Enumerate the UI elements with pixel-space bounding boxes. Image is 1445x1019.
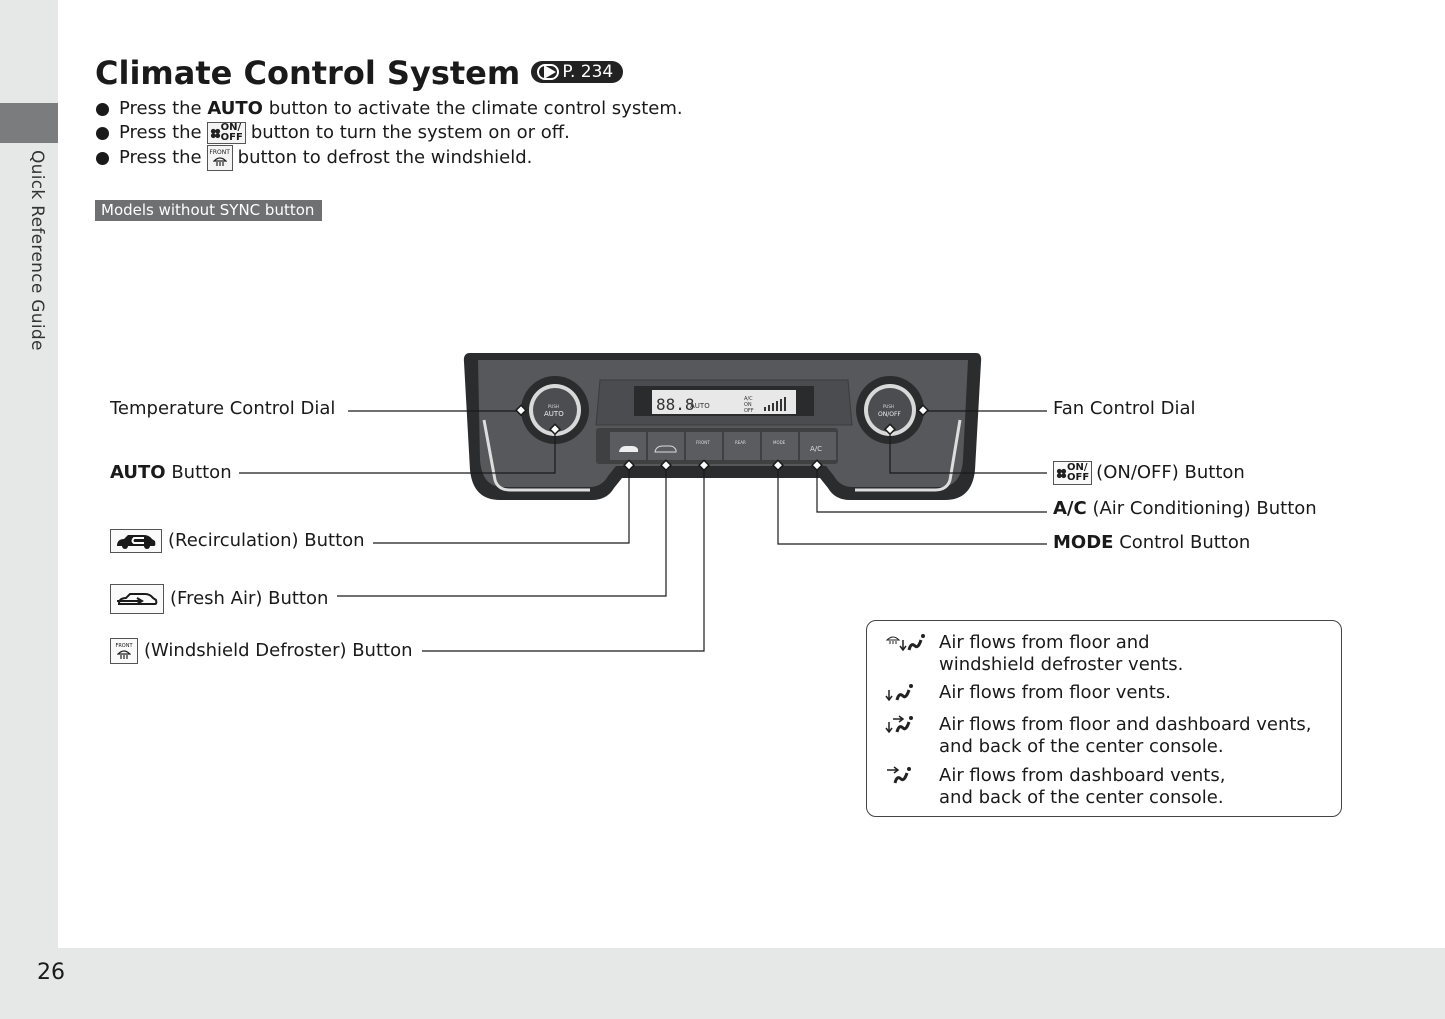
- rear-defrost-button: [724, 432, 760, 460]
- front-button-label: FRONT: [696, 440, 710, 445]
- instruction-prefix: Press the: [119, 147, 202, 168]
- callout-on-off-button: ON/OFF (ON/OFF) Button: [1053, 461, 1245, 485]
- legend-line: and back of the center console.: [939, 736, 1224, 757]
- instruction-list: Press the AUTO button to activate the cl…: [96, 97, 683, 171]
- lcd-display: [652, 390, 796, 414]
- page-reference-link[interactable]: P. 234: [531, 61, 624, 83]
- instruction-suffix: button to defrost the windshield.: [237, 147, 533, 168]
- callout-auto-button: AUTO Button: [110, 462, 232, 483]
- instruction-bold: AUTO: [207, 98, 263, 119]
- floor-defrost-airflow-icon: [885, 632, 929, 660]
- temperature-dial: PUSH AUTO: [521, 376, 589, 444]
- fresh-air-icon: [110, 584, 164, 614]
- airflow-mode-legend: Air flows from floor and windshield defro…: [866, 620, 1342, 817]
- rear-button-label: REAR: [735, 440, 746, 445]
- callout-text: (Windshield Defroster) Button: [144, 640, 413, 661]
- callout-bold: MODE: [1053, 532, 1114, 553]
- reference-arrow-icon: [537, 64, 560, 80]
- fan-on-off-icon: ON/OFF: [206, 122, 246, 144]
- fresh-air-button: [648, 432, 684, 460]
- front-defrost-button: [686, 432, 722, 460]
- legend-line: Air flows from dashboard vents,: [939, 765, 1226, 786]
- callout-markers: [514, 404, 930, 472]
- mode-button: [762, 432, 798, 460]
- callout-fan-dial: Fan Control Dial: [1053, 398, 1196, 419]
- callout-text: (Fresh Air) Button: [170, 588, 329, 609]
- legend-line: windshield defroster vents.: [939, 654, 1184, 675]
- callout-text: Control Button: [1119, 532, 1251, 553]
- fan-dial: PUSH ON/OFF: [856, 376, 924, 444]
- instruction-prefix: Press the: [119, 98, 202, 119]
- svg-text:AUTO: AUTO: [544, 410, 564, 418]
- instruction-item: Press the FRONT button to defrost the wi…: [96, 145, 683, 171]
- callout-mode-button: MODE Control Button: [1053, 532, 1250, 553]
- callout-text: (ON/OFF) Button: [1096, 462, 1245, 483]
- ac-button: [800, 432, 836, 460]
- page-reference-text: P. 234: [562, 62, 614, 82]
- instruction-item: Press the AUTO button to activate the cl…: [96, 97, 683, 121]
- section-tab-marker: [0, 103, 58, 143]
- page-title-text: Climate Control System: [95, 54, 521, 92]
- legend-text: Air flows from dashboard vents, and back …: [939, 765, 1225, 809]
- ac-button-label: A/C: [810, 445, 822, 453]
- callout-text: Button: [171, 462, 232, 483]
- recirculation-button: [610, 432, 646, 460]
- floor-airflow-icon: [885, 682, 919, 710]
- legend-text: Air flows from floor and windshield defro…: [939, 632, 1183, 676]
- callout-temperature-dial: Temperature Control Dial: [110, 398, 336, 419]
- svg-text:PUSH: PUSH: [548, 404, 559, 409]
- legend-line: and back of the center console.: [939, 787, 1224, 808]
- lcd-off: OFF: [744, 408, 754, 414]
- callout-text: (Air Conditioning) Button: [1092, 498, 1317, 519]
- legend-line: Air flows from floor and: [939, 632, 1150, 653]
- bullet-icon: [96, 102, 109, 116]
- front-defrost-icon: FRONT: [110, 638, 138, 664]
- instruction-suffix: button to turn the system on or off.: [250, 122, 570, 143]
- icon-text: OFF: [220, 132, 243, 143]
- bullet-icon: [96, 151, 109, 165]
- callout-defroster-button: FRONT (Windshield Defroster) Button: [110, 638, 413, 664]
- instruction-suffix: button to activate the climate control s…: [268, 98, 683, 119]
- climate-control-panel: 88.8 AUTO A/C ON OFF FRONT REAR MODE A/C: [463, 353, 982, 500]
- page-footer: [0, 948, 1445, 1019]
- section-label: Quick Reference Guide: [27, 150, 47, 351]
- instruction-prefix: Press the: [119, 122, 202, 143]
- floor-dashboard-airflow-icon: [885, 714, 919, 742]
- dashboard-airflow-icon: [885, 765, 919, 793]
- callout-recirculation-button: (Recirculation) Button: [110, 529, 365, 553]
- legend-text: Air flows from floor vents.: [939, 682, 1171, 704]
- callout-text: (Recirculation) Button: [168, 530, 365, 551]
- lcd-ac: A/C: [744, 396, 753, 402]
- recirculation-icon: [110, 529, 162, 553]
- lcd-on: ON: [744, 402, 752, 408]
- icon-text: OFF: [1067, 472, 1090, 483]
- callout-fresh-air-button: (Fresh Air) Button: [110, 584, 328, 614]
- mode-button-label: MODE: [773, 440, 786, 445]
- svg-text:PUSH: PUSH: [883, 404, 894, 409]
- page-title: Climate Control System P. 234: [95, 54, 624, 92]
- callout-bold: AUTO: [110, 462, 166, 483]
- models-tag: Models without SYNC button: [95, 200, 323, 221]
- callout-ac-button: A/C (Air Conditioning) Button: [1053, 498, 1317, 519]
- instruction-item: Press the ON/OFF button to turn the syst…: [96, 121, 683, 145]
- legend-line: Air flows from floor and dashboard vents…: [939, 714, 1312, 735]
- svg-text:ON/OFF: ON/OFF: [878, 411, 901, 418]
- lcd-auto: AUTO: [690, 402, 710, 410]
- fan-on-off-icon: ON/OFF: [1053, 461, 1093, 485]
- legend-text: Air flows from floor and dashboard vents…: [939, 714, 1312, 758]
- legend-line: Air flows from floor vents.: [939, 682, 1171, 703]
- lcd-temp: 88.8: [656, 395, 695, 414]
- page-number: 26: [37, 960, 65, 985]
- icon-text: FRONT: [209, 149, 230, 156]
- panel-buttons: FRONT REAR MODE A/C: [610, 432, 836, 460]
- callout-bold: A/C: [1053, 498, 1087, 519]
- bullet-icon: [96, 126, 109, 140]
- front-defrost-icon: FRONT: [206, 145, 233, 171]
- lcd-fan-bars: [764, 397, 786, 411]
